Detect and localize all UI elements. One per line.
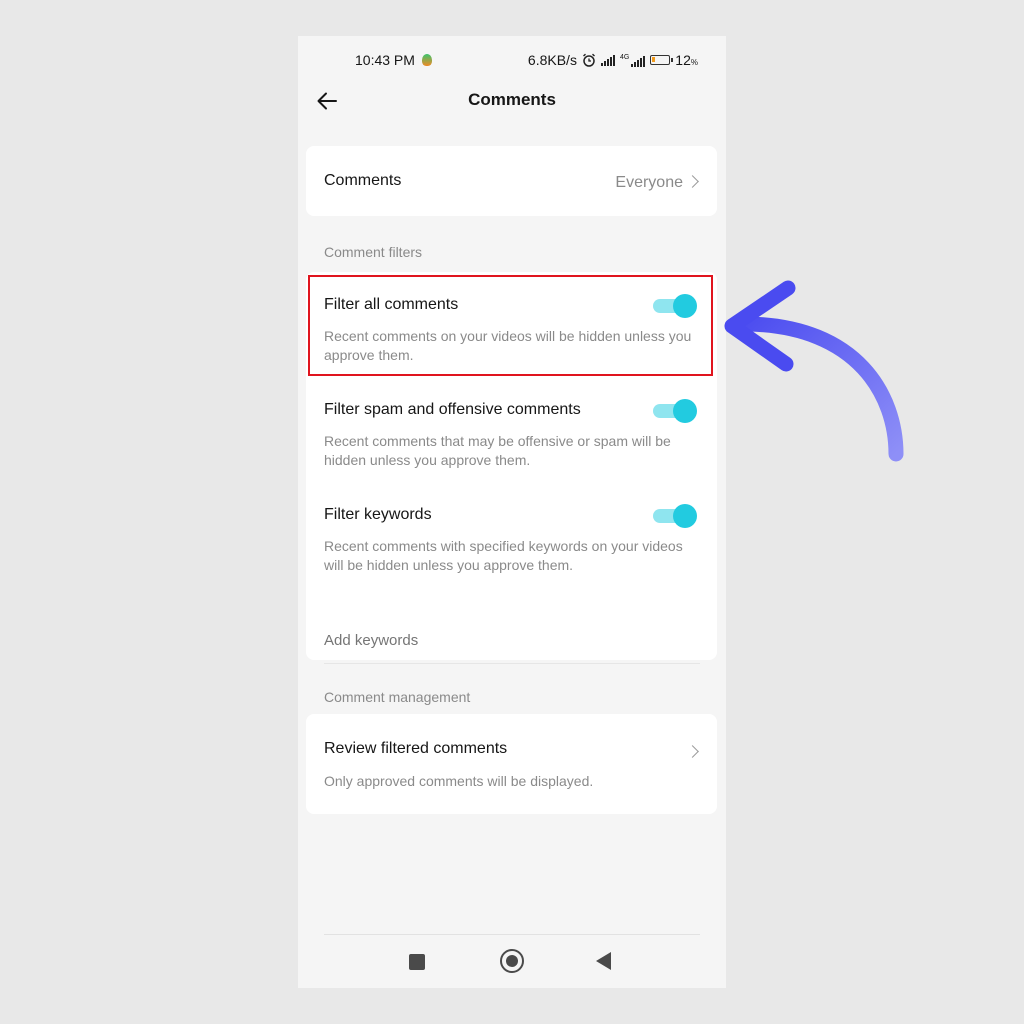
network-type: 4G (619, 53, 630, 61)
filter-keywords-toggle[interactable] (653, 504, 697, 528)
toggle-knob (673, 399, 697, 423)
page-title: Comments (468, 90, 556, 109)
signal-icon (600, 54, 615, 66)
chevron-right-icon (686, 745, 699, 758)
highlight-box (308, 275, 713, 376)
comments-visibility-row[interactable]: Comments Everyone (306, 146, 717, 216)
header: Comments (298, 82, 726, 118)
chevron-right-icon (686, 175, 699, 188)
status-time: 10:43 PM (355, 52, 415, 68)
filter-keywords-description: Recent comments with specified keywords … (324, 538, 683, 573)
comments-setting-label: Comments (324, 172, 402, 189)
filter-keywords-title: Filter keywords (324, 506, 432, 523)
battery-level: 12% (675, 52, 698, 68)
comment-management-section-label: Comment management (324, 689, 471, 705)
battery-icon (650, 55, 674, 65)
comments-setting-value: Everyone (615, 174, 683, 191)
signal-4g-icon (631, 55, 646, 67)
comment-filters-section-label: Comment filters (324, 244, 423, 260)
nav-bar-divider (324, 934, 700, 935)
home-circle-icon[interactable] (500, 949, 524, 973)
app-notification-icon (422, 54, 432, 66)
keywords-input-underline (324, 663, 700, 664)
status-right-group: 6.8KB/s 4G 12% (528, 52, 698, 68)
review-filtered-description: Only approved comments will be displayed… (324, 773, 594, 789)
review-filtered-title: Review filtered comments (324, 740, 508, 757)
add-keywords-input[interactable] (324, 632, 700, 649)
alarm-icon (582, 53, 595, 67)
filter-spam-description: Recent comments that may be offensive or… (324, 433, 671, 468)
back-triangle-icon[interactable] (596, 952, 611, 970)
filter-spam-title: Filter spam and offensive comments (324, 401, 581, 418)
filter-spam-toggle[interactable] (653, 399, 697, 423)
phone-screen: 10:43 PM 6.8KB/s 4G 12% Comments Comment… (298, 36, 726, 988)
review-filtered-comments-row[interactable]: Review filtered comments Only approved c… (306, 714, 717, 814)
toggle-knob (673, 504, 697, 528)
status-bar: 10:43 PM 6.8KB/s 4G 12% (298, 36, 726, 84)
network-speed: 6.8KB/s (527, 52, 577, 68)
curved-arrow-icon (724, 280, 904, 462)
recents-square-icon[interactable] (409, 954, 425, 970)
signal-4g-group: 4G (619, 53, 646, 67)
